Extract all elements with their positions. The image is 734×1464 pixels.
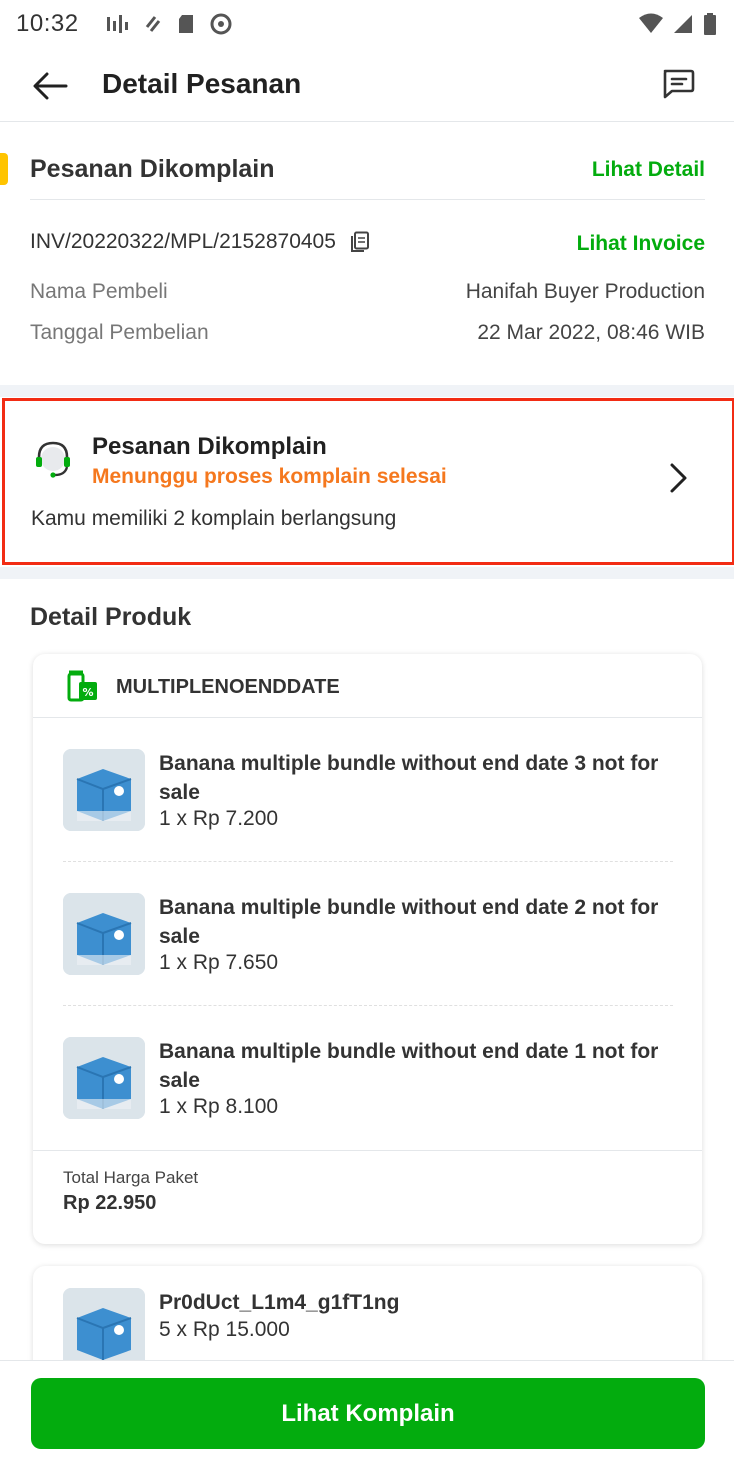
- status-accent-bar: [0, 153, 8, 185]
- bundle-name: MULTIPLENOENDDATE: [116, 676, 340, 698]
- status-time: 10:32: [16, 10, 79, 37]
- app-bar: Detail Pesanan: [0, 48, 734, 122]
- order-summary-section: Pesanan Dikomplain Lihat Detail INV/2022…: [0, 123, 734, 385]
- product-price: 1 x Rp 7.200: [159, 807, 279, 830]
- product-box-image: [63, 1288, 145, 1370]
- chevron-right-icon: [670, 463, 687, 493]
- complaint-status: Menunggu proses komplain selesai: [92, 465, 447, 488]
- sync-icon: [145, 16, 160, 32]
- buyer-value: Hanifah Buyer Production: [465, 280, 705, 303]
- product-thumbnail[interactable]: [63, 893, 145, 975]
- bundle-card: % MULTIPLENOENDDATE Banana multiple bund…: [33, 654, 702, 1244]
- order-status-title: Pesanan Dikomplain: [30, 155, 275, 183]
- view-detail-link[interactable]: Lihat Detail: [592, 158, 705, 182]
- bundle-total-value: Rp 22.950: [63, 1192, 157, 1214]
- divider: [33, 1150, 702, 1151]
- product-price: 5 x Rp 15.000: [159, 1318, 290, 1341]
- back-button[interactable]: [30, 68, 70, 104]
- bundle-discount-icon: %: [67, 670, 97, 702]
- arrow-left-icon: [33, 72, 68, 100]
- status-bar: 10:32: [0, 0, 734, 48]
- purchase-date-label: Tanggal Pembelian: [30, 321, 209, 344]
- blocked-icon: [210, 13, 232, 35]
- complaint-description: Kamu memiliki 2 komplain berlangsung: [31, 507, 397, 530]
- purchase-date-value: 22 Mar 2022, 08:46 WIB: [477, 321, 705, 344]
- item-divider: [63, 861, 673, 862]
- section-separator: [0, 385, 734, 397]
- svg-text:%: %: [82, 686, 93, 699]
- product-thumbnail[interactable]: [63, 749, 145, 831]
- bundle-total-label: Total Harga Paket: [63, 1168, 199, 1187]
- product-section-title: Detail Produk: [30, 603, 192, 631]
- product-thumbnail[interactable]: [63, 1037, 145, 1119]
- page-title: Detail Pesanan: [102, 68, 302, 99]
- bundle-header: % MULTIPLENOENDDATE: [33, 654, 702, 718]
- wifi-icon: [639, 13, 663, 33]
- notification-icons: [105, 12, 233, 36]
- buyer-label: Nama Pembeli: [30, 280, 168, 303]
- complaint-title: Pesanan Dikomplain: [92, 433, 327, 460]
- divider: [30, 199, 705, 200]
- product-name: Banana multiple bundle without end date …: [159, 752, 659, 804]
- chat-icon: [663, 69, 695, 99]
- complaint-card[interactable]: Pesanan Dikomplain Menunggu proses kompl…: [2, 398, 734, 565]
- item-divider: [63, 1005, 673, 1006]
- product-name: Pr0dUct_L1m4_g1fT1ng: [159, 1291, 400, 1314]
- product-price: 1 x Rp 8.100: [159, 1095, 279, 1118]
- invoice-number: INV/20220322/MPL/2152870405: [30, 230, 336, 253]
- signal-activity-icon: [106, 15, 128, 33]
- invoice-row: INV/20220322/MPL/2152870405: [30, 230, 370, 254]
- view-complaint-button[interactable]: Lihat Komplain: [31, 1378, 705, 1449]
- section-separator: [0, 567, 734, 579]
- view-invoice-link[interactable]: Lihat Invoice: [577, 232, 705, 256]
- customer-service-headset-icon: [36, 441, 70, 478]
- copy-icon[interactable]: [350, 231, 370, 253]
- product-box-image: [63, 893, 145, 975]
- chat-button[interactable]: [658, 64, 698, 104]
- battery-icon: [704, 13, 716, 35]
- product-price: 1 x Rp 7.650: [159, 951, 279, 974]
- product-name: Banana multiple bundle without end date …: [159, 896, 659, 948]
- product-box-image: [63, 749, 145, 831]
- bottom-action-bar: Lihat Komplain: [0, 1360, 734, 1464]
- cell-signal-icon: [674, 15, 692, 33]
- sd-card-icon: [178, 15, 193, 33]
- product-box-image: [63, 1037, 145, 1119]
- system-icons: [638, 12, 718, 36]
- product-thumbnail[interactable]: [63, 1288, 145, 1370]
- product-name: Banana multiple bundle without end date …: [159, 1040, 659, 1092]
